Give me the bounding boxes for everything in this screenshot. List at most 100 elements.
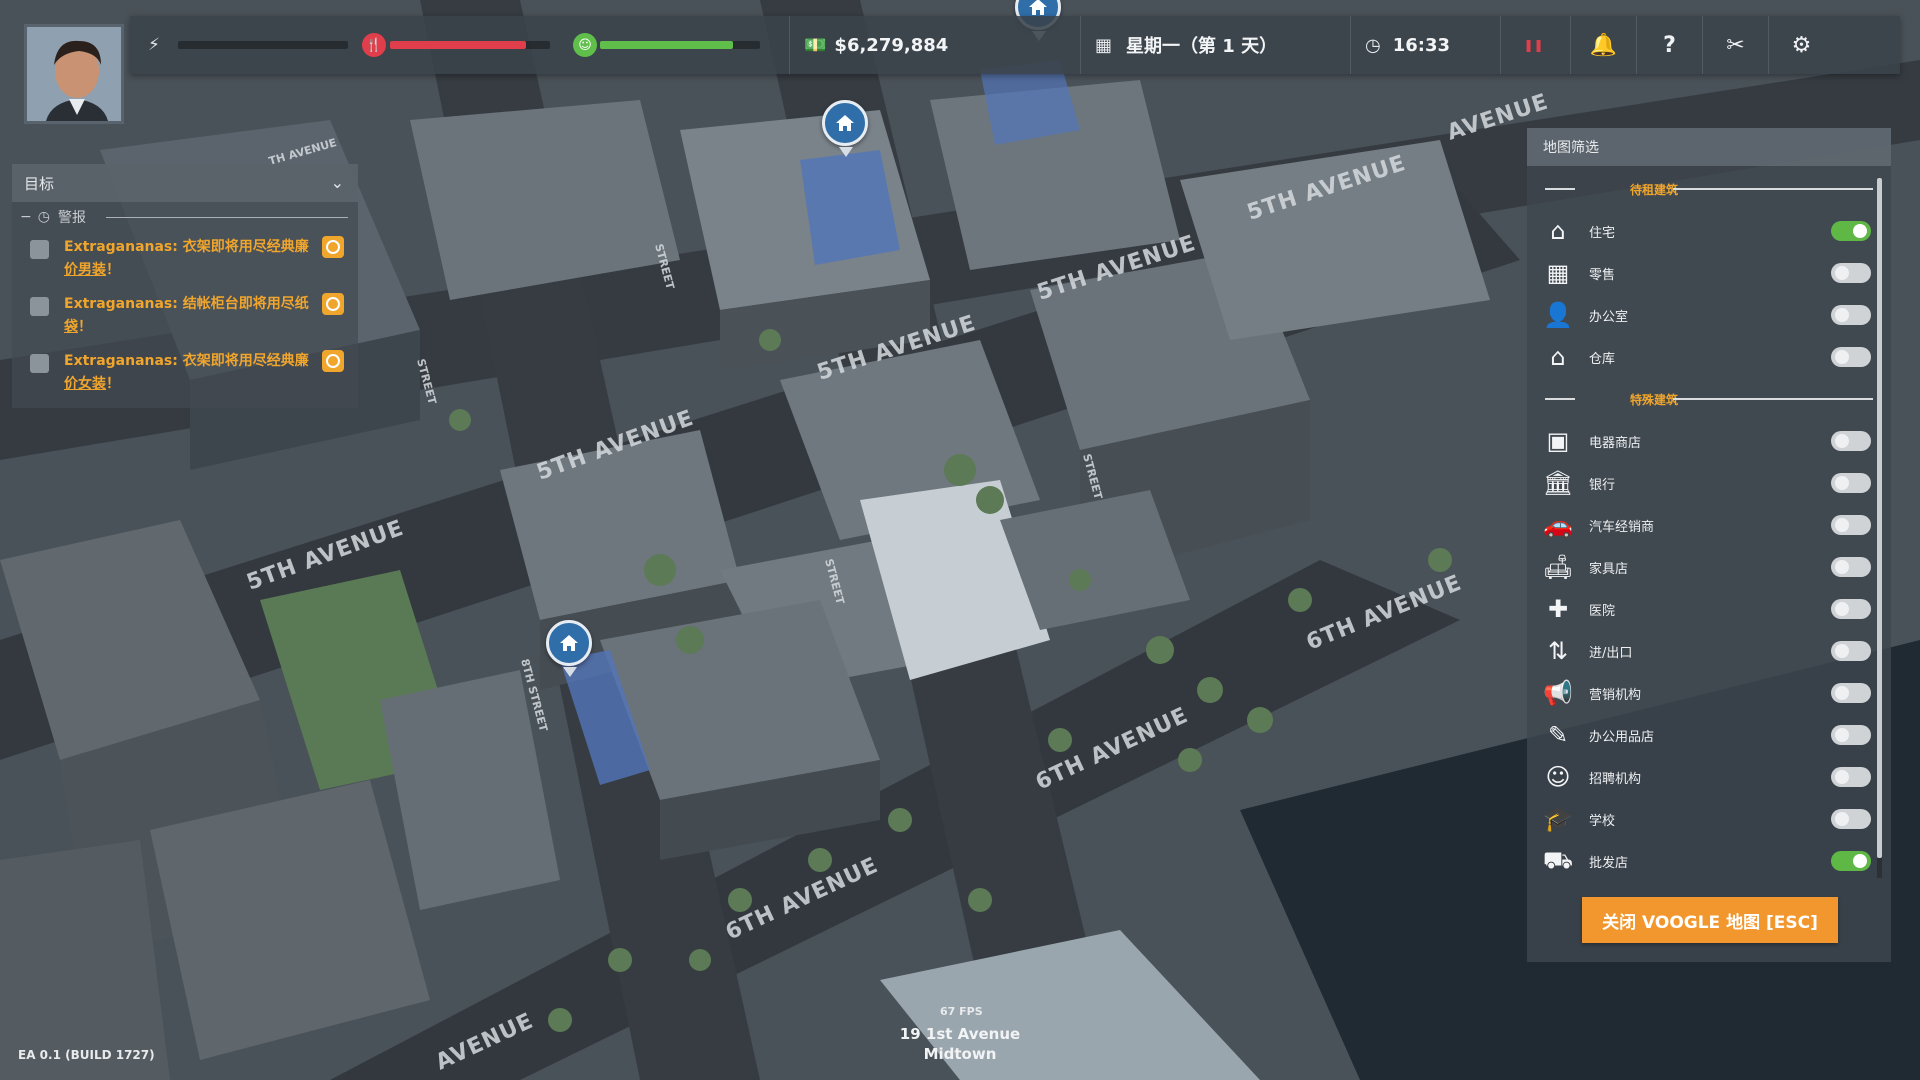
map-filter-toggle[interactable] xyxy=(1831,767,1871,787)
alerts-label: 警报 xyxy=(57,210,86,226)
objective-link[interactable]: 袋 xyxy=(64,319,78,335)
pause-button[interactable]: ❚❚ xyxy=(1500,16,1566,74)
objective-text: 结帐柜台即将用尽纸 xyxy=(182,296,309,312)
chevron-down-icon[interactable]: ⌄ xyxy=(331,173,344,192)
tools-icon: ✂ xyxy=(1726,32,1745,58)
objectives-header[interactable]: 目标 ⌄ xyxy=(12,164,358,202)
map-filter-item[interactable]: ⌂ 仓库 xyxy=(1527,336,1891,378)
objective-end: ！ xyxy=(78,319,92,335)
close-map-button[interactable]: 关闭 VOOGLE 地图 [ESC] xyxy=(1582,897,1838,943)
map-filter-item[interactable]: ▦ 零售 xyxy=(1527,252,1891,294)
player-avatar[interactable] xyxy=(24,24,124,124)
marketing-icon: 📢 xyxy=(1543,679,1573,707)
rental-category-header: 待租建筑 xyxy=(1527,168,1891,210)
date-display: ▦ 星期一（第 1 天） xyxy=(1081,16,1351,74)
map-filter-label: 学校 xyxy=(1589,813,1616,829)
residence-map-pin[interactable] xyxy=(546,620,592,677)
map-filter-toggle[interactable] xyxy=(1831,263,1871,283)
map-filter-toggle[interactable] xyxy=(1831,431,1871,451)
map-filter-toggle[interactable] xyxy=(1831,557,1871,577)
map-filter-item[interactable]: ⌂ 住宅 xyxy=(1527,210,1891,252)
filter-scrollbar-thumb[interactable] xyxy=(1877,178,1882,858)
map-filter-item[interactable]: ✚ 医院 xyxy=(1527,588,1891,630)
objective-link[interactable]: 价男装 xyxy=(64,262,106,278)
map-filter-toggle[interactable] xyxy=(1831,473,1871,493)
gear-icon: ⚙ xyxy=(1791,32,1812,58)
objective-checkbox[interactable] xyxy=(30,240,49,259)
car-dealer-icon: 🚗 xyxy=(1543,511,1573,539)
tools-button[interactable]: ✂ xyxy=(1702,16,1768,74)
hospital-icon: ✚ xyxy=(1547,595,1569,623)
map-filter-toggle[interactable] xyxy=(1831,305,1871,325)
map-filter-toggle[interactable] xyxy=(1831,809,1871,829)
objective-link[interactable]: 价女装 xyxy=(64,376,106,392)
map-filter-item[interactable]: 🎓 学校 xyxy=(1527,798,1891,840)
map-filter-toggle[interactable] xyxy=(1831,725,1871,745)
map-filter-label: 办公用品店 xyxy=(1589,729,1655,745)
map-filter-header: 地图筛选 xyxy=(1527,128,1891,166)
map-filter-toggle[interactable] xyxy=(1831,599,1871,619)
clock-icon: ◷ xyxy=(37,209,50,225)
target-icon[interactable] xyxy=(322,293,344,315)
help-button[interactable]: ? xyxy=(1636,16,1702,74)
category-divider xyxy=(1673,188,1873,190)
location-district: Midtown xyxy=(923,1045,997,1063)
location-readout: 19 1st Avenue Midtown xyxy=(880,1024,1040,1064)
time-text: 16:33 xyxy=(1392,34,1451,56)
map-filter-item[interactable]: ⛟ 批发店 xyxy=(1527,840,1891,882)
map-filter-label: 零售 xyxy=(1589,267,1616,283)
map-filter-item[interactable]: 🚗 汽车经销商 xyxy=(1527,504,1891,546)
map-filter-item[interactable]: 🛋 家具店 xyxy=(1527,546,1891,588)
portrait-image xyxy=(27,27,121,121)
map-filter-label: 银行 xyxy=(1589,477,1616,493)
residence-map-pin[interactable] xyxy=(822,100,868,157)
alerts-section[interactable]: − ◷ 警报 xyxy=(12,202,358,232)
target-icon[interactable] xyxy=(322,350,344,372)
map-filter-item[interactable]: ⇅ 进/出口 xyxy=(1527,630,1891,672)
map-filter-toggle[interactable] xyxy=(1831,683,1871,703)
map-filter-label: 汽车经销商 xyxy=(1589,519,1655,535)
house-icon xyxy=(836,115,854,131)
map-filter-item[interactable]: 👤 办公室 xyxy=(1527,294,1891,336)
shop-icon: ▦ xyxy=(1546,259,1570,287)
objective-item: Extragananas: 衣架即将用尽经典廉价女装！ xyxy=(12,346,358,403)
map-filter-toggle[interactable] xyxy=(1831,851,1871,871)
notifications-button[interactable]: 🔔 xyxy=(1570,16,1636,74)
objective-end: ！ xyxy=(106,376,120,392)
school-icon: 🎓 xyxy=(1543,805,1573,833)
map-filter-toggle[interactable] xyxy=(1831,221,1871,241)
map-filter-item[interactable]: 📢 营销机构 xyxy=(1527,672,1891,714)
clock-icon: ◷ xyxy=(1365,34,1381,56)
map-filter-toggle[interactable] xyxy=(1831,641,1871,661)
rental-filter-list: ⌂ 住宅 ▦ 零售 👤 办公室 ⌂ 仓库 xyxy=(1527,210,1891,378)
special-filter-list: ▣ 电器商店 🏛 银行 🚗 汽车经销商 🛋 家具店 ✚ 医院 ⇅ 进/出口 📢 营销机构 ✎ 办公用品店 ☺ 招聘… xyxy=(1527,420,1891,882)
objective-text: 衣架即将用尽经典廉 xyxy=(182,353,309,369)
category-divider xyxy=(1545,188,1575,190)
lightning-icon: ⚡ xyxy=(148,35,160,55)
fps-counter: 67 FPS xyxy=(940,1005,983,1018)
objective-checkbox[interactable] xyxy=(30,297,49,316)
money-icon: 💵 xyxy=(804,34,827,56)
happiness-meter-fill xyxy=(600,41,733,49)
map-filter-toggle[interactable] xyxy=(1831,347,1871,367)
map-filter-label: 电器商店 xyxy=(1589,435,1642,451)
map-filter-item[interactable]: 🏛 银行 xyxy=(1527,462,1891,504)
map-filter-item[interactable]: ✎ 办公用品店 xyxy=(1527,714,1891,756)
settings-button[interactable]: ⚙ xyxy=(1768,16,1834,74)
objectives-panel: 目标 ⌄ − ◷ 警报 Extragananas: 衣架即将用尽经典廉价男装！ … xyxy=(12,164,358,408)
map-filter-label: 营销机构 xyxy=(1589,687,1642,703)
map-filter-toggle[interactable] xyxy=(1831,515,1871,535)
office-supply-icon: ✎ xyxy=(1547,721,1569,749)
map-filter-item[interactable]: ▣ 电器商店 xyxy=(1527,420,1891,462)
objective-item: Extragananas: 衣架即将用尽经典廉价男装！ xyxy=(12,232,358,289)
special-category-header: 特殊建筑 xyxy=(1527,378,1891,420)
map-filter-item[interactable]: ☺ 招聘机构 xyxy=(1527,756,1891,798)
map-filter-label: 进/出口 xyxy=(1589,645,1633,661)
objective-checkbox[interactable] xyxy=(30,354,49,373)
objective-brand: Extragananas: xyxy=(64,239,183,255)
question-icon: ? xyxy=(1663,32,1676,58)
category-divider xyxy=(1545,398,1575,400)
location-address: 19 1st Avenue xyxy=(899,1025,1021,1043)
time-display: ◷ 16:33 xyxy=(1351,16,1501,74)
target-icon[interactable] xyxy=(322,236,344,258)
